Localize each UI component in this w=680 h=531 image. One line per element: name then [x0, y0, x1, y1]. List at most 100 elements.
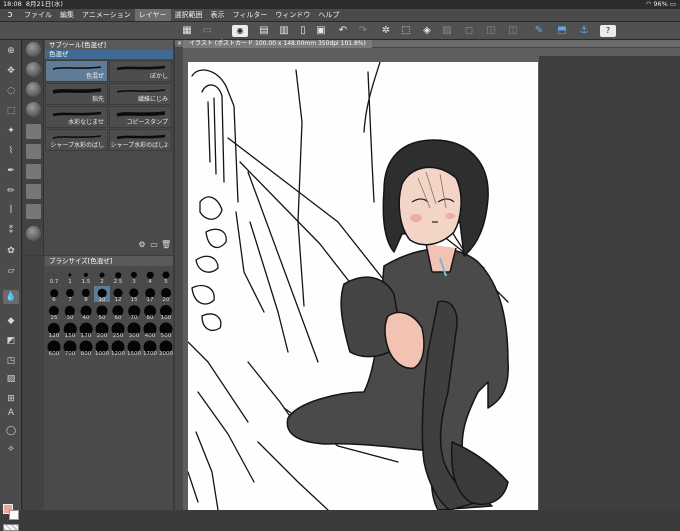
decoration-icon[interactable]: ✿: [3, 244, 19, 258]
brush-size-option[interactable]: 500: [158, 322, 174, 339]
figure-icon[interactable]: ◳: [3, 354, 19, 368]
brush-size-option[interactable]: 100: [158, 304, 174, 321]
sub-tool-brush[interactable]: シャープ水彩のばし2: [109, 129, 172, 151]
select-icon[interactable]: ◻: [463, 25, 475, 37]
brush-size-option[interactable]: 25: [46, 304, 62, 321]
subtool-group-3-icon[interactable]: [26, 82, 41, 97]
airbrush-icon[interactable]: ⁑: [3, 224, 19, 238]
anchor-icon[interactable]: ⚓: [578, 25, 590, 37]
brush-size-option[interactable]: 12: [110, 286, 126, 303]
brush-size-option[interactable]: 250: [110, 322, 126, 339]
subtool-group-2-icon[interactable]: [26, 62, 41, 77]
brush-size-option[interactable]: 1000: [94, 340, 110, 357]
subtool-group-7-icon[interactable]: [26, 164, 41, 179]
brush-size-option[interactable]: 5: [158, 268, 174, 285]
brush-size-option[interactable]: 3: [126, 268, 142, 285]
help-icon[interactable]: ?: [600, 25, 616, 37]
layers-icon[interactable]: ▣: [315, 25, 327, 37]
menu-selection[interactable]: 選択範囲: [171, 9, 207, 21]
brush-size-option[interactable]: 8: [78, 286, 94, 303]
zoom-icon[interactable]: ⊕: [3, 44, 19, 58]
brush-size-option[interactable]: 60: [110, 304, 126, 321]
brush-size-option[interactable]: 300: [126, 322, 142, 339]
frame-icon[interactable]: ▨: [3, 372, 19, 386]
menu-layer[interactable]: レイヤー: [134, 9, 171, 21]
sub-tool-group-tab[interactable]: 色混ぜ: [45, 50, 173, 59]
close-document-icon[interactable]: ×: [177, 40, 182, 48]
redo-icon[interactable]: ↷: [357, 25, 369, 37]
brush-size-option[interactable]: 10: [94, 286, 110, 303]
brush-size-option[interactable]: 150: [62, 322, 78, 339]
canvas-paper[interactable]: [188, 62, 538, 510]
transparent-color-swatch[interactable]: [3, 524, 19, 531]
sub-tool-brush[interactable]: 色混ぜ: [45, 60, 108, 82]
brush-size-option[interactable]: 70: [126, 304, 142, 321]
brush-size-option[interactable]: 1: [62, 268, 78, 285]
ruler-icon[interactable]: ✎: [533, 25, 545, 37]
pen-icon[interactable]: ✒: [3, 164, 19, 178]
subtool-group-4-icon[interactable]: [26, 102, 41, 117]
open-icon[interactable]: ▥: [278, 25, 290, 37]
brush-size-option[interactable]: 700: [62, 340, 78, 357]
eraser-icon[interactable]: ▱: [3, 264, 19, 278]
deselect-icon[interactable]: ◫: [507, 25, 519, 37]
text-icon[interactable]: A: [3, 406, 19, 420]
brush-size-option[interactable]: 600: [46, 340, 62, 357]
brush-size-option[interactable]: 1700: [142, 340, 158, 357]
document-tab[interactable]: × イラスト (ポストカード 100.00 x 148.00mm 350dpi …: [175, 40, 680, 48]
brush-size-option[interactable]: 2: [94, 268, 110, 285]
gradient-icon[interactable]: ◩: [3, 334, 19, 348]
settings-icon[interactable]: ✲: [380, 25, 392, 37]
brush-size-option[interactable]: 20: [158, 286, 174, 303]
wand-icon[interactable]: ✦: [3, 124, 19, 138]
fill-icon[interactable]: ◈: [421, 25, 433, 37]
brush-size-option[interactable]: 30: [62, 304, 78, 321]
clip-studio-logo-icon[interactable]: ↄ: [0, 10, 20, 20]
brush-size-option[interactable]: 1200: [110, 340, 126, 357]
blend-icon[interactable]: 💧: [3, 290, 19, 304]
sub-tool-brush[interactable]: コピースタンプ: [109, 106, 172, 128]
brush-size-option[interactable]: 6: [46, 286, 62, 303]
correct-line-icon[interactable]: ⟡: [3, 442, 19, 456]
document-icon[interactable]: ▯: [297, 25, 309, 37]
background-color-swatch[interactable]: [9, 510, 19, 520]
sub-tool-brush[interactable]: ぼかし: [109, 60, 172, 82]
brush-icon[interactable]: ꟾ: [3, 204, 19, 218]
selection-icon[interactable]: ⬚: [3, 104, 19, 118]
new-sub-tool-icon[interactable]: ▭: [149, 240, 159, 250]
pencil-icon[interactable]: ✏: [3, 184, 19, 198]
sub-tool-brush[interactable]: シャープ水彩のばし: [45, 129, 108, 151]
sub-tool-brush[interactable]: 繊維にじみ: [109, 83, 172, 105]
brush-size-option[interactable]: 170: [78, 322, 94, 339]
subtool-group-10-icon[interactable]: [26, 226, 41, 241]
brush-size-option[interactable]: 1500: [126, 340, 142, 357]
transform-icon[interactable]: ⬚: [400, 25, 412, 37]
balloon-icon[interactable]: ◯: [3, 424, 19, 438]
eyedropper-icon[interactable]: ⌇: [3, 144, 19, 158]
menu-filter[interactable]: フィルター: [229, 9, 272, 21]
brush-size-option[interactable]: 2.5: [110, 268, 126, 285]
undo-icon[interactable]: ↶: [337, 25, 349, 37]
ruler-tool-icon[interactable]: ⊞: [3, 392, 19, 406]
menu-animation[interactable]: アニメーション: [78, 9, 135, 21]
clear-icon[interactable]: ▨: [441, 25, 453, 37]
brush-size-option[interactable]: 80: [142, 304, 158, 321]
menu-edit[interactable]: 編集: [56, 9, 78, 21]
subtool-group-1-icon[interactable]: [26, 42, 41, 57]
subtool-group-5-icon[interactable]: [26, 124, 41, 139]
lasso-icon[interactable]: ◌: [3, 84, 19, 98]
menu-window[interactable]: ウィンドウ: [271, 9, 314, 21]
crop-icon[interactable]: ◫: [485, 25, 497, 37]
delete-sub-tool-icon[interactable]: 🗑: [161, 240, 171, 250]
sub-tool-brush[interactable]: 指先: [45, 83, 108, 105]
menu-file[interactable]: ファイル: [20, 9, 56, 21]
subtool-group-9-icon[interactable]: [26, 204, 41, 219]
menu-view[interactable]: 表示: [207, 9, 229, 21]
brush-size-option[interactable]: 50: [94, 304, 110, 321]
brush-size-option[interactable]: 200: [94, 322, 110, 339]
brush-size-option[interactable]: 1.5: [78, 268, 94, 285]
sub-tool-brush[interactable]: 水彩なじませ: [45, 106, 108, 128]
brush-size-option[interactable]: 15: [126, 286, 142, 303]
brush-size-option[interactable]: 17: [142, 286, 158, 303]
save-icon[interactable]: ▤: [258, 25, 270, 37]
